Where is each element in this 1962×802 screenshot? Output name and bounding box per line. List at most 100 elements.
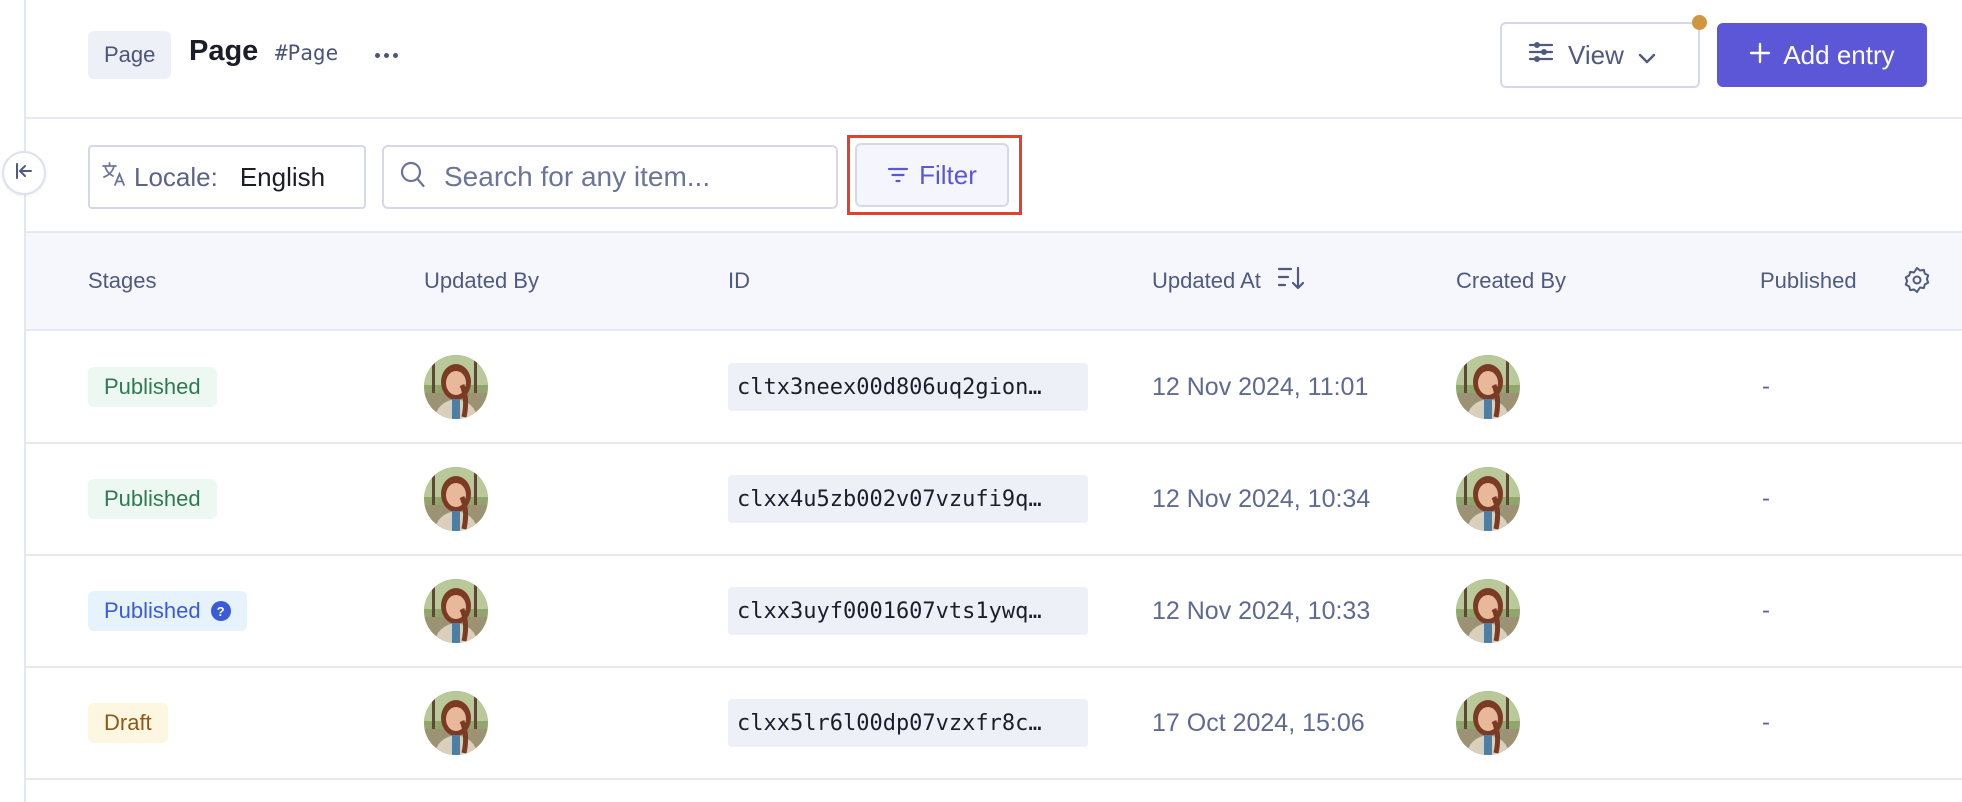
- table-row[interactable]: Published cltx3neex00d806uq2gion… 12 Nov…: [26, 332, 1962, 444]
- add-entry-label: Add entry: [1783, 39, 1895, 70]
- column-header-created-by[interactable]: Created By: [1456, 233, 1566, 329]
- stage-label: Published: [104, 374, 201, 399]
- stage-badge: Published: [88, 367, 217, 407]
- filter-button[interactable]: Filter: [855, 143, 1009, 207]
- plus-icon: [1749, 40, 1771, 71]
- entry-id[interactable]: cltx3neex00d806uq2gion…: [728, 363, 1088, 411]
- stage-cell: Published ?: [88, 556, 247, 666]
- column-header-stages[interactable]: Stages: [88, 233, 157, 329]
- avatar[interactable]: [1456, 691, 1520, 755]
- avatar[interactable]: [424, 355, 488, 419]
- column-label: Stages: [88, 268, 157, 293]
- column-label: Updated By: [424, 268, 539, 293]
- updated-at-cell: 12 Nov 2024, 10:34: [1152, 444, 1370, 554]
- avatar[interactable]: [1456, 355, 1520, 419]
- table-settings-button[interactable]: [1902, 265, 1932, 300]
- stage-label: Published: [104, 598, 201, 623]
- id-cell: cltx3neex00d806uq2gion…: [728, 332, 1088, 442]
- column-label: Updated At: [1152, 268, 1261, 293]
- updated-at: 12 Nov 2024, 10:34: [1152, 484, 1371, 513]
- more-options-button[interactable]: [366, 40, 406, 70]
- translate-icon: [100, 160, 128, 195]
- updated-by-cell: [424, 668, 488, 778]
- table-row[interactable]: Draft clxx5lr6l00dp07vzxfr8c… 17 Oct 202…: [26, 668, 1962, 780]
- published-value: -: [1762, 485, 1770, 512]
- table-row[interactable]: Published clxx4u5zb002v07vzufi9q… 12 Nov…: [26, 444, 1962, 556]
- updated-at: 12 Nov 2024, 10:33: [1152, 596, 1371, 625]
- model-api-id: #Page: [275, 41, 339, 65]
- sort-descending-icon[interactable]: [1277, 264, 1305, 298]
- published-value: -: [1762, 597, 1770, 624]
- collapse-left-icon: [13, 160, 35, 187]
- id-cell: clxx3uyf0001607vts1ywq…: [728, 556, 1088, 666]
- created-by-cell: [1456, 332, 1520, 442]
- column-header-published[interactable]: Published: [1760, 233, 1866, 329]
- ellipsis-icon: [374, 52, 398, 58]
- entry-id[interactable]: clxx4u5zb002v07vzufi9q…: [728, 475, 1088, 523]
- stage-label: Draft: [104, 710, 152, 735]
- id-cell: clxx5lr6l00dp07vzxfr8c…: [728, 668, 1088, 778]
- model-type-chip: Page: [88, 31, 172, 79]
- search-input[interactable]: [444, 161, 824, 193]
- stage-badge: Published ?: [88, 591, 247, 631]
- content-toolbar: Locale: English Filter: [26, 119, 1962, 233]
- updated-by-cell: [424, 556, 488, 666]
- published-cell: -: [1762, 668, 1770, 778]
- help-icon[interactable]: ?: [210, 601, 231, 621]
- add-entry-button[interactable]: Add entry: [1717, 23, 1927, 87]
- updated-by-cell: [424, 444, 488, 554]
- search-field[interactable]: [382, 145, 838, 209]
- column-label: ID: [728, 268, 750, 293]
- column-header-id[interactable]: ID: [728, 233, 750, 329]
- id-cell: clxx4u5zb002v07vzufi9q…: [728, 444, 1088, 554]
- filter-label: Filter: [919, 159, 977, 190]
- locale-value: English: [239, 161, 326, 192]
- created-by-cell: [1456, 556, 1520, 666]
- published-value: -: [1762, 373, 1770, 400]
- stage-badge: Published: [88, 479, 217, 519]
- stage-label: Published: [104, 486, 201, 511]
- created-by-cell: [1456, 444, 1520, 554]
- column-header-updated-at[interactable]: Updated At: [1152, 233, 1305, 329]
- updated-at: 17 Oct 2024, 15:06: [1152, 708, 1365, 737]
- updated-at-cell: 12 Nov 2024, 10:33: [1152, 556, 1370, 666]
- search-icon: [400, 161, 426, 194]
- published-cell: -: [1762, 556, 1770, 666]
- column-label: Published: [1760, 268, 1857, 293]
- table-row[interactable]: Published ? clxx3uyf0001607vts1ywq… 12 N…: [26, 556, 1962, 668]
- published-value: -: [1762, 709, 1770, 736]
- view-button-label: View: [1568, 39, 1624, 70]
- sliders-icon: [1528, 40, 1554, 71]
- stage-cell: Published: [88, 332, 217, 442]
- filter-icon: [887, 160, 909, 191]
- view-button[interactable]: View: [1500, 22, 1700, 88]
- avatar[interactable]: [1456, 467, 1520, 531]
- updated-at-cell: 17 Oct 2024, 15:06: [1152, 668, 1365, 778]
- entry-id[interactable]: clxx3uyf0001607vts1ywq…: [728, 587, 1088, 635]
- updated-by-cell: [424, 332, 488, 442]
- avatar[interactable]: [1456, 579, 1520, 643]
- entry-id[interactable]: clxx5lr6l00dp07vzxfr8c…: [728, 699, 1088, 747]
- view-changes-indicator: [1692, 15, 1707, 30]
- avatar[interactable]: [424, 691, 488, 755]
- updated-at-cell: 12 Nov 2024, 11:01: [1152, 332, 1368, 442]
- avatar[interactable]: [424, 467, 488, 531]
- locale-selector[interactable]: Locale: English: [88, 145, 366, 209]
- column-label: Created By: [1456, 268, 1567, 293]
- stage-badge: Draft: [88, 703, 168, 743]
- published-cell: -: [1762, 332, 1770, 442]
- published-cell: -: [1762, 444, 1770, 554]
- locale-label: Locale:: [134, 161, 218, 192]
- chevron-down-icon: [1638, 40, 1656, 71]
- gear-icon: [1902, 267, 1932, 299]
- table-header: Stages Updated By ID Updated At Created …: [26, 233, 1962, 331]
- stage-cell: Published: [88, 444, 217, 554]
- collapse-sidebar-button[interactable]: [2, 151, 46, 195]
- avatar[interactable]: [424, 579, 488, 643]
- column-header-updated-by[interactable]: Updated By: [424, 233, 539, 329]
- page-title: Page: [189, 35, 259, 67]
- created-by-cell: [1456, 668, 1520, 778]
- page-header: Page Page #Page View Add entry: [26, 0, 1962, 119]
- stage-cell: Draft: [88, 668, 168, 778]
- updated-at: 12 Nov 2024, 11:01: [1152, 372, 1369, 401]
